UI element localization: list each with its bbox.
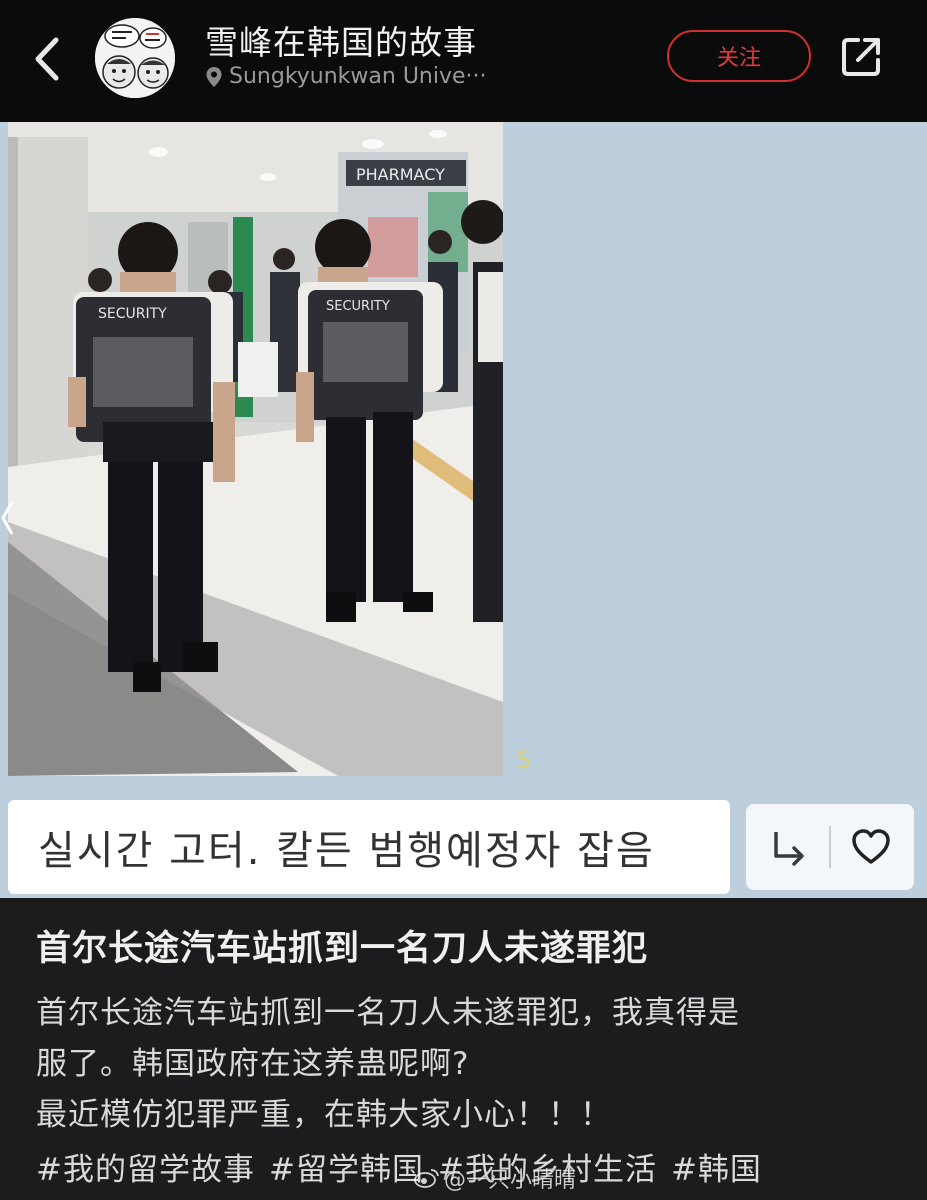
hashtag-link[interactable]: #留学韩国 <box>269 1144 424 1189</box>
location-label: Sungkyunkwan Unive··· <box>229 64 487 89</box>
photo-count-badge: 5 <box>516 746 532 774</box>
post-title: 首尔长途汽车站抓到一名刀人未遂罪犯 <box>36 929 649 969</box>
account-title[interactable]: 雪峰在韩国的故事 <box>205 16 477 64</box>
like-button[interactable] <box>848 824 894 870</box>
previous-image-chevron-icon[interactable] <box>0 498 14 538</box>
hashtag-row: #我的留学故事 #留学韩国 #我的乡村生活 #韩国 <box>36 1144 762 1189</box>
post-body-line: 服了。韩国政府在这养蛊呢啊? <box>36 1046 470 1082</box>
weibo-logo-icon <box>414 1169 439 1188</box>
post-body-line: 首尔长途汽车站抓到一名刀人未遂罪犯，我真得是 <box>36 995 740 1031</box>
post-body-line: 最近模仿犯罪严重，在韩大家小心！！！ <box>36 1097 612 1133</box>
chat-message-text: 실시간 고터. 칼든 범행예정자 잡음 <box>38 828 655 874</box>
top-bar: 雪峰在韩国的故事 Sungkyunkwan Unive··· 关注 <box>0 0 927 122</box>
heart-icon <box>852 829 890 864</box>
chat-screenshot: PHARMACY SECURITY SECURITY 5 실시간 고터. 칼든 … <box>0 122 927 898</box>
photo-scene: PHARMACY SECURITY SECURITY <box>8 122 503 776</box>
vest-label-2: SECURITY <box>326 299 390 314</box>
message-actions <box>746 804 914 890</box>
back-button[interactable] <box>26 32 70 86</box>
reply-button[interactable] <box>766 824 812 870</box>
follow-button[interactable]: 关注 <box>667 30 811 82</box>
actions-divider <box>829 826 831 868</box>
pharmacy-sign: PHARMACY <box>356 165 445 184</box>
post-content: 首尔长途汽车站抓到一名刀人未遂罪犯 首尔长途汽车站抓到一名刀人未遂罪犯，我真得是… <box>0 898 927 1200</box>
hashtag-link[interactable]: #韩国 <box>671 1144 762 1189</box>
hashtag-link[interactable]: #我的留学故事 <box>36 1144 255 1189</box>
avatar[interactable] <box>95 18 175 98</box>
location-pin-icon <box>206 66 222 87</box>
share-external-icon <box>842 38 880 76</box>
chat-message-bubble[interactable]: 실시간 고터. 칼든 범행예정자 잡음 <box>8 800 730 894</box>
post-body: 首尔长途汽车站抓到一名刀人未遂罪犯，我真得是 服了。韩国政府在这养蛊呢啊? 最近… <box>36 988 896 1141</box>
share-button[interactable] <box>836 32 886 82</box>
location-tag[interactable]: Sungkyunkwan Unive··· <box>205 64 487 89</box>
watermark-text: @一只小晴晴 <box>444 1168 577 1193</box>
avatar-meme-image <box>95 18 175 98</box>
vest-label-1: SECURITY <box>98 306 167 322</box>
security-guards-photo[interactable]: PHARMACY SECURITY SECURITY <box>8 122 503 776</box>
watermark: @一只小晴晴 <box>414 1162 576 1194</box>
back-chevron-icon <box>35 37 59 81</box>
reply-arrow-icon <box>774 832 804 866</box>
